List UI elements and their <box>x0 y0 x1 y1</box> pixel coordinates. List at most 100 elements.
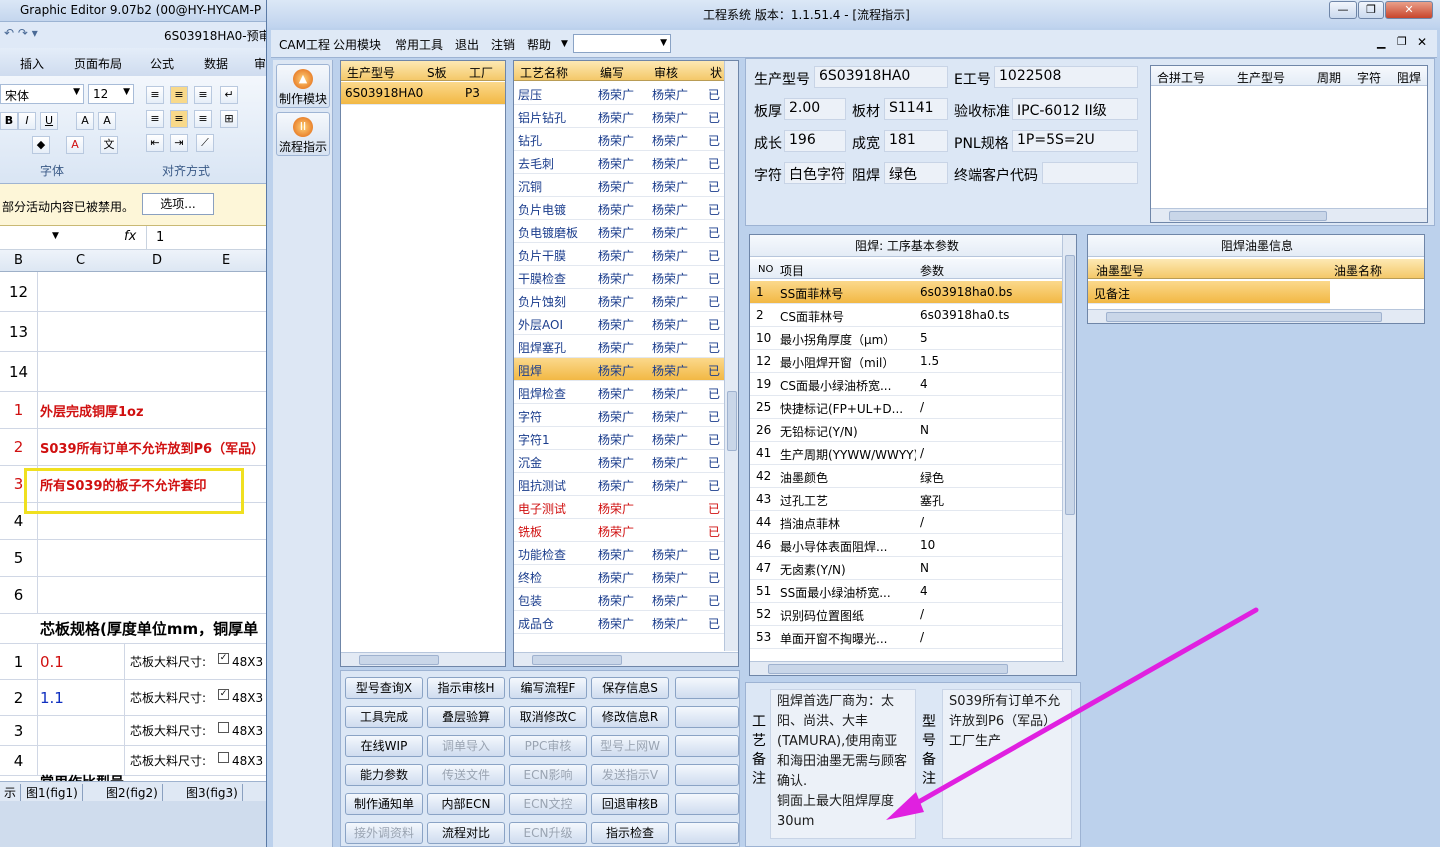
checkbox[interactable]: ✓ <box>218 653 229 664</box>
action-button[interactable]: 在线WIP <box>345 735 423 757</box>
menu-cam[interactable]: CAM工程 <box>279 36 330 53</box>
align-left-icon[interactable]: ≡ <box>146 110 164 128</box>
function-icon[interactable]: fx <box>124 229 136 244</box>
col-merge-char[interactable]: 字符 <box>1357 69 1381 86</box>
customer-field[interactable] <box>1042 162 1138 184</box>
table-row[interactable]: 功能检查 杨荣广 杨荣广 已 <box>514 542 738 565</box>
action-button[interactable]: 内部ECN <box>427 793 505 815</box>
fill-color-icon[interactable]: ◆ <box>32 136 50 154</box>
table-row[interactable]: 1 SS面菲林号 6s03918ha0.bs <box>750 281 1064 304</box>
nav-make-module[interactable]: ▲ 制作模块 <box>276 64 330 108</box>
scroll-thumb[interactable] <box>1106 312 1382 322</box>
tab-review[interactable]: 审 <box>254 55 266 72</box>
col-factory[interactable]: 工厂 <box>469 64 493 81</box>
shrink-font-icon[interactable]: A <box>98 112 116 130</box>
sheet-tab[interactable]: 图2(fig2) <box>102 784 163 801</box>
mdi-restore-icon[interactable]: ❐ <box>1397 35 1407 48</box>
table-row[interactable]: 阻焊检查 杨荣广 杨荣广 已 <box>514 381 738 404</box>
col-merge-no[interactable]: 合拼工号 <box>1157 69 1205 86</box>
eno-field[interactable]: 1022508 <box>994 66 1138 88</box>
align-bottom-icon[interactable]: ≡ <box>194 86 212 104</box>
action-button[interactable]: 叠层验算 <box>427 706 505 728</box>
column-header-e[interactable]: E <box>222 253 230 268</box>
column-header-d[interactable]: D <box>152 253 162 268</box>
action-button[interactable] <box>675 706 739 728</box>
menu-exit[interactable]: 退出 <box>455 36 479 53</box>
action-button[interactable]: 指示审核H <box>427 677 505 699</box>
col-no[interactable]: NO <box>758 264 773 275</box>
row-number[interactable]: 2 <box>0 429 38 465</box>
tab-formulas[interactable]: 公式 <box>150 55 174 72</box>
scroll-thumb[interactable] <box>1169 211 1327 221</box>
col-merge-model[interactable]: 生产型号 <box>1237 69 1285 86</box>
table-row[interactable]: 包装 杨荣广 杨荣广 已 <box>514 588 738 611</box>
action-button[interactable]: 指示检查 <box>591 822 669 844</box>
table-row[interactable]: 铣板 杨荣广 已 <box>514 519 738 542</box>
material-field[interactable]: S1141 <box>884 98 948 120</box>
row-number[interactable]: 3 <box>0 716 38 745</box>
row-number[interactable]: 2 <box>0 680 38 715</box>
minimize-icon[interactable]: — <box>1329 1 1357 19</box>
table-row[interactable]: 阻焊塞孔 杨荣广 杨荣广 已 <box>514 335 738 358</box>
align-top-icon[interactable]: ≡ <box>146 86 164 104</box>
action-button[interactable]: 编写流程F <box>509 677 587 699</box>
core-value[interactable]: 1.1 <box>40 680 64 715</box>
chevron-down-icon[interactable]: ▼ <box>52 231 59 241</box>
chevron-down-icon[interactable]: ▼ <box>561 39 568 49</box>
column-header-b[interactable]: B <box>14 253 23 268</box>
table-row[interactable]: 26 无铅标记(Y/N) N <box>750 419 1064 442</box>
cell-text[interactable]: S039所有订单不允许放到P6（军品） <box>40 429 264 465</box>
table-row[interactable]: 终检 杨荣广 杨荣广 已 <box>514 565 738 588</box>
col-item[interactable]: 项目 <box>780 262 804 279</box>
col-writer[interactable]: 编写 <box>600 64 624 81</box>
table-row[interactable]: 干膜检查 杨荣广 杨荣广 已 <box>514 266 738 289</box>
menu-common-module[interactable]: 公用模块 <box>333 36 381 53</box>
action-button[interactable]: 能力参数 <box>345 764 423 786</box>
action-button[interactable]: 修改信息R <box>591 706 669 728</box>
table-row[interactable]: 52 识别码位置图纸 / <box>750 603 1064 626</box>
col-ink-name[interactable]: 油墨名称 <box>1334 262 1382 279</box>
table-row[interactable]: 19 CS面最小绿油桥宽... 4 <box>750 373 1064 396</box>
thickness-field[interactable]: 2.00 <box>784 98 846 120</box>
grow-font-icon[interactable]: A <box>76 112 94 130</box>
column-header-c[interactable]: C <box>76 253 85 268</box>
mask-field[interactable]: 绿色 <box>884 162 948 184</box>
table-row[interactable]: 负片蚀刻 杨荣广 杨荣广 已 <box>514 289 738 312</box>
align-center-icon[interactable]: ≡ <box>170 110 188 128</box>
table-row[interactable]: 53 单面开窗不掏曝光... / <box>750 626 1064 649</box>
table-row[interactable]: 负电镀磨板 杨荣广 杨荣广 已 <box>514 220 738 243</box>
action-button[interactable]: 回退审核B <box>591 793 669 815</box>
row-number[interactable]: 14 <box>0 352 38 391</box>
table-row[interactable]: 字符 杨荣广 杨荣广 已 <box>514 404 738 427</box>
table-row[interactable]: 成品仓 杨荣广 杨荣广 已 <box>514 611 738 634</box>
action-button[interactable]: 流程对比 <box>427 822 505 844</box>
table-row[interactable]: 钻孔 杨荣广 杨荣广 已 <box>514 128 738 151</box>
table-row[interactable]: 12 最小阻焊开窗（mil） 1.5 <box>750 350 1064 373</box>
underline-icon[interactable]: U <box>40 112 58 130</box>
tab-page-layout[interactable]: 页面布局 <box>74 55 122 72</box>
row-number[interactable]: 5 <box>0 540 38 576</box>
table-row[interactable]: 阻焊 杨荣广 杨荣广 已 <box>514 358 738 381</box>
mdi-minimize-icon[interactable]: ▁ <box>1377 36 1385 49</box>
checkbox[interactable]: ✓ <box>218 689 229 700</box>
scroll-thumb[interactable] <box>532 655 622 665</box>
table-row[interactable]: 负片电镀 杨荣广 杨荣广 已 <box>514 197 738 220</box>
action-button[interactable]: 工具完成 <box>345 706 423 728</box>
col-merge-mask[interactable]: 阻焊 <box>1397 69 1421 86</box>
tab-insert[interactable]: 插入 <box>20 55 44 72</box>
table-row[interactable]: 电子测试 杨荣广 已 <box>514 496 738 519</box>
row-number[interactable]: 1 <box>0 644 38 679</box>
col-model[interactable]: 生产型号 <box>347 64 395 81</box>
action-button[interactable]: 保存信息S <box>591 677 669 699</box>
checkbox[interactable] <box>218 752 229 763</box>
table-row[interactable]: 2 CS面菲林号 6s03918ha0.ts <box>750 304 1064 327</box>
increase-indent-icon[interactable]: ⇥ <box>170 134 188 152</box>
char-field[interactable]: 白色字符 <box>784 162 846 184</box>
params-vscroll[interactable] <box>1062 235 1076 675</box>
col-merge-period[interactable]: 周期 <box>1317 69 1341 86</box>
table-row[interactable]: 层压 杨荣广 杨荣广 已 <box>514 82 738 105</box>
font-size-combo[interactable]: 12 ▼ <box>88 84 134 104</box>
menu-help[interactable]: 帮助 <box>527 36 551 53</box>
action-button[interactable]: 型号查询X <box>345 677 423 699</box>
table-row[interactable]: 42 油墨颜色 绿色 <box>750 465 1064 488</box>
